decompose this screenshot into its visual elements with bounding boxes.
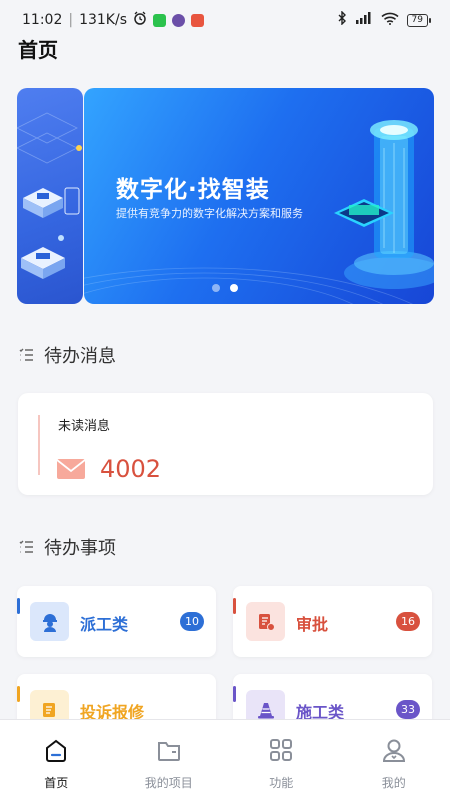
tab-home[interactable]: 首页: [0, 720, 113, 801]
home-icon: [42, 736, 70, 768]
banner-title: 数字化·找智装: [116, 170, 270, 204]
page-title: 首页: [18, 34, 58, 63]
task-card-approval[interactable]: 审批 16: [233, 586, 432, 657]
banner-previous-slide[interactable]: [17, 88, 83, 304]
battery-icon: 79: [407, 14, 428, 27]
tab-label: 我的项目: [145, 774, 193, 791]
unread-count: 4002: [100, 455, 161, 483]
folder-icon: [155, 736, 183, 768]
carousel-dot[interactable]: [212, 284, 220, 292]
section-title: 待办消息: [44, 342, 116, 368]
section-title: 待办事项: [44, 534, 116, 560]
accent-bar: [233, 686, 236, 702]
section-todo-messages: 待办消息: [18, 342, 116, 368]
list-icon: [18, 347, 34, 363]
banner-subtitle: 提供有竞争力的数字化解决方案和服务: [116, 205, 303, 221]
tab-label: 首页: [44, 774, 68, 791]
approval-icon: [246, 602, 285, 641]
section-todo-items: 待办事项: [18, 534, 116, 560]
accent-bar: [17, 598, 20, 614]
list-icon: [18, 539, 34, 555]
status-bar: 11:02 | 131K/s 79: [0, 0, 450, 40]
banner-carousel[interactable]: 数字化·找智装 提供有竞争力的数字化解决方案和服务: [84, 88, 434, 304]
carousel-dot-active[interactable]: [230, 284, 238, 292]
bottom-tab-bar: 首页 我的项目 功能 我的: [0, 719, 450, 801]
app-notification-icon: [191, 14, 204, 27]
bluetooth-icon: [337, 11, 347, 29]
network-speed: 131K/s: [79, 12, 127, 28]
accent-bar: [17, 686, 20, 702]
unread-label: 未读消息: [58, 415, 110, 434]
tab-label: 功能: [269, 774, 293, 791]
signal-icon: [355, 12, 373, 28]
tab-label: 我的: [382, 774, 406, 791]
carousel-indicator: [212, 284, 238, 292]
task-card-dispatch[interactable]: 派工类 10: [17, 586, 216, 657]
envelope-icon: [57, 459, 85, 483]
task-label: 派工类: [80, 611, 128, 635]
user-icon: [380, 736, 408, 768]
accent-bar: [38, 415, 40, 475]
status-time: 11:02: [22, 12, 62, 28]
accent-bar: [233, 598, 236, 614]
unread-messages-card[interactable]: 未读消息 4002: [18, 393, 433, 495]
worker-icon: [30, 602, 69, 641]
server-illustration: [17, 88, 83, 304]
wifi-icon: [381, 12, 399, 29]
count-badge: 10: [180, 612, 204, 631]
count-badge: 33: [396, 700, 420, 719]
grid-icon: [267, 736, 295, 768]
count-badge: 16: [396, 612, 420, 631]
app-notification-icon: [172, 14, 185, 27]
tab-my-projects[interactable]: 我的项目: [113, 720, 226, 801]
wechat-icon: [153, 14, 166, 27]
alarm-icon: [133, 11, 147, 29]
task-label: 审批: [296, 611, 328, 635]
tab-profile[interactable]: 我的: [338, 720, 450, 801]
tab-functions[interactable]: 功能: [225, 720, 338, 801]
